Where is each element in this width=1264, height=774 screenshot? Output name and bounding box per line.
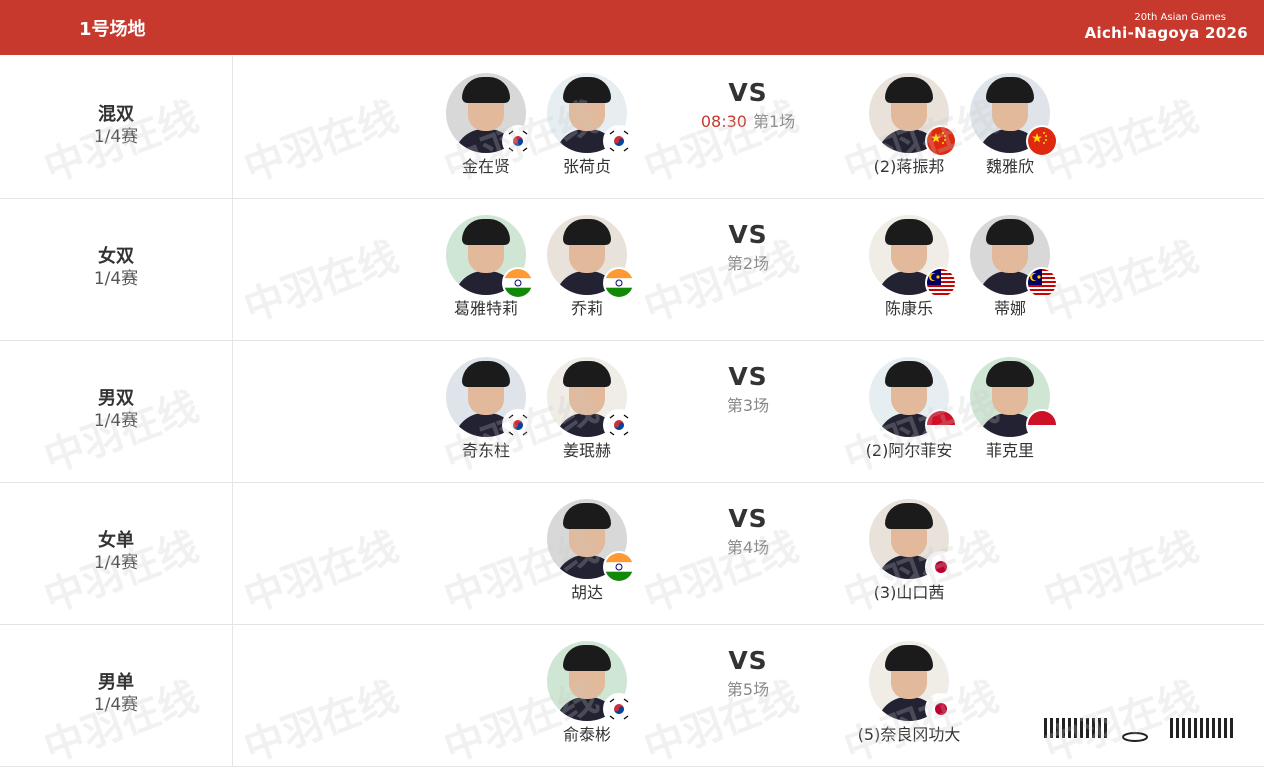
player-avatar[interactable] [547,499,635,583]
asian-games-logo: 20th Asian Games Aichi-Nagoya 2026 [1085,12,1248,42]
match-row[interactable]: 女单 1/4赛胡达 (3)山口茜 VS 第4场 [0,482,1264,625]
player-name: 俞泰彬 [562,725,611,744]
japan-flag-icon [925,693,957,725]
player-avatar[interactable] [446,73,534,157]
event-name: 男单 [98,672,134,693]
player-name: (5)奈良冈功大 [857,725,961,744]
match-row[interactable]: 混双 1/4赛 金在贤 张荷贞 (2)蒋振邦 魏雅欣 VS 08:30 第1场 [0,56,1264,199]
event-round: 1/4赛 [93,127,139,147]
match-row[interactable]: 男单 1/4赛俞泰彬 (5)奈良冈功大 VS 第5场 [0,624,1264,767]
player-avatar[interactable] [970,73,1058,157]
left-player[interactable]: 俞泰彬 [527,641,647,745]
event-round: 1/4赛 [93,411,139,431]
event-round: 1/4赛 [93,553,139,573]
match-number: 第5场 [726,680,770,699]
left-player[interactable]: 胡达 [527,499,647,603]
player-name: 乔莉 [570,299,603,318]
right-player[interactable]: (5)奈良冈功大 [849,641,969,745]
malaysia-flag-icon [1026,267,1058,299]
match-number: 第3场 [726,396,770,415]
player-name: 菲克里 [985,441,1034,460]
indonesia-flag-icon [1026,409,1058,441]
event-label: 男单 1/4赛 [0,624,232,716]
versus-block: VS 第3场 [688,340,808,416]
right-player[interactable]: 蒂娜 [950,215,1070,319]
player-name: (3)山口茜 [873,583,945,602]
player-avatar[interactable] [547,215,635,299]
player-name: 蒂娜 [993,299,1026,318]
match-row[interactable]: 女双 1/4赛 葛雅特莉 乔莉 陈康乐 蒂娜 VS 第2场 [0,198,1264,341]
player-name: 胡达 [570,583,603,602]
right-player[interactable]: 菲克里 [950,357,1070,461]
vs-label: VS [728,504,768,533]
versus-block: VS 第2场 [688,198,808,274]
right-player[interactable]: (3)山口茜 [849,499,969,603]
match-number: 第2场 [726,254,770,273]
right-player[interactable]: 魏雅欣 [950,73,1070,177]
vs-label: VS [728,78,768,107]
games-subtitle: 20th Asian Games [1134,12,1226,23]
event-label: 女单 1/4赛 [0,482,232,574]
player-name: 张荷贞 [562,157,611,176]
korea-flag-icon [603,409,635,441]
left-player[interactable]: 张荷贞 [527,73,647,177]
match-number: 第1场 [752,112,796,131]
versus-block: VS 08:30 第1场 [688,56,808,132]
vs-label: VS [728,362,768,391]
event-round: 1/4赛 [93,695,139,715]
japan-flag-icon [925,551,957,583]
event-name: 混双 [98,104,134,125]
match-row[interactable]: 男双 1/4赛 奇东柱 姜珉赫 (2)阿尔菲安 菲克里 VS 第3场 [0,340,1264,483]
header-bar: 1号场地 20th Asian Games Aichi-Nagoya 2026 [0,0,1264,55]
versus-block: VS 第4场 [688,482,808,558]
event-label: 混双 1/4赛 [0,56,232,148]
event-label: 女双 1/4赛 [0,198,232,290]
player-avatar[interactable] [869,73,957,157]
match-time: 08:30 [700,112,747,131]
player-avatar[interactable] [869,215,957,299]
player-avatar[interactable] [970,357,1058,441]
event-name: 女双 [98,246,134,267]
player-avatar[interactable] [547,73,635,157]
player-avatar[interactable] [869,499,957,583]
india-flag-icon [603,551,635,583]
korea-flag-icon [603,693,635,725]
event-name: 女单 [98,530,134,551]
event-round: 1/4赛 [93,269,139,289]
player-avatar[interactable] [869,357,957,441]
vs-label: VS [728,220,768,249]
court-title: 1号场地 [79,19,146,40]
event-label: 男双 1/4赛 [0,340,232,432]
games-title: Aichi-Nagoya 2026 [1084,24,1248,42]
player-avatar[interactable] [970,215,1058,299]
player-avatar[interactable] [547,641,635,725]
vs-label: VS [728,646,768,675]
korea-flag-icon [603,125,635,157]
player-name: 魏雅欣 [985,157,1034,176]
player-avatar[interactable] [446,357,534,441]
player-avatar[interactable] [547,357,635,441]
match-number: 第4场 [726,538,770,557]
player-name: 姜珉赫 [562,441,611,460]
player-avatar[interactable] [446,215,534,299]
india-flag-icon [603,267,635,299]
player-avatar[interactable] [869,641,957,725]
chip-decoration-icon [1040,714,1240,742]
left-player[interactable]: 乔莉 [527,215,647,319]
china-flag-icon [1026,125,1058,157]
left-player[interactable]: 姜珉赫 [527,357,647,461]
versus-block: VS 第5场 [688,624,808,700]
event-name: 男双 [98,388,134,409]
